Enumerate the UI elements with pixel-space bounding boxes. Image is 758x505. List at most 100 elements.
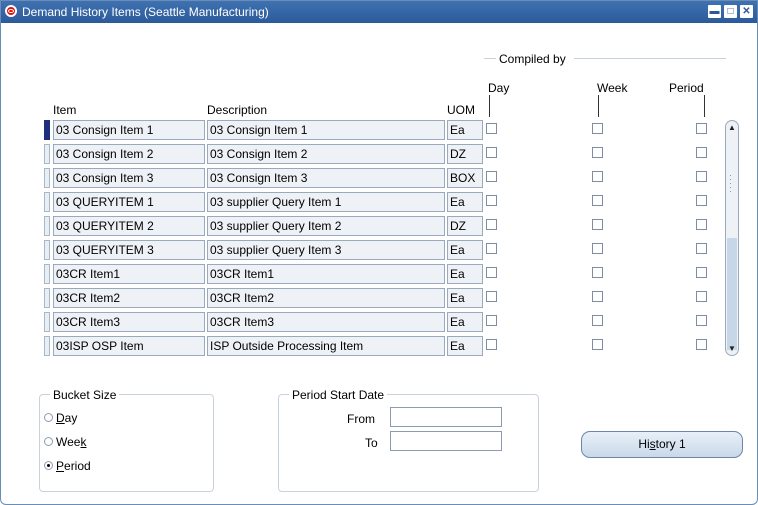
description-field[interactable]: 03CR Item1 bbox=[207, 264, 445, 284]
uom-field[interactable]: Ea bbox=[447, 264, 483, 284]
week-column-header: Week bbox=[597, 81, 628, 95]
day-checkbox[interactable] bbox=[486, 147, 497, 158]
day-checkbox[interactable] bbox=[486, 195, 497, 206]
day-checkbox[interactable] bbox=[486, 339, 497, 350]
uom-field[interactable]: Ea bbox=[447, 192, 483, 212]
period-checkbox[interactable] bbox=[696, 339, 707, 350]
period-checkbox[interactable] bbox=[696, 219, 707, 230]
week-checkbox[interactable] bbox=[592, 291, 603, 302]
period-column-header: Period bbox=[669, 81, 704, 95]
uom-column-header: UOM bbox=[447, 103, 475, 117]
day-checkbox[interactable] bbox=[486, 171, 497, 182]
compiled-by-label: Compiled by bbox=[499, 52, 566, 66]
minimize-button[interactable]: ▬ bbox=[708, 5, 721, 18]
period-checkbox[interactable] bbox=[696, 291, 707, 302]
item-field[interactable]: 03 Consign Item 1 bbox=[53, 120, 205, 140]
from-date-input[interactable] bbox=[390, 407, 502, 427]
scroll-up-arrow-icon[interactable]: ▲ bbox=[728, 123, 736, 132]
row-indicator[interactable] bbox=[44, 192, 50, 212]
uom-field[interactable]: Ea bbox=[447, 120, 483, 140]
uom-field[interactable]: DZ bbox=[447, 144, 483, 164]
period-checkbox[interactable] bbox=[696, 123, 707, 134]
day-checkbox[interactable] bbox=[486, 123, 497, 134]
item-field[interactable]: 03 QUERYITEM 3 bbox=[53, 240, 205, 260]
week-checkbox[interactable] bbox=[592, 219, 603, 230]
week-checkbox[interactable] bbox=[592, 315, 603, 326]
description-field[interactable]: 03 supplier Query Item 3 bbox=[207, 240, 445, 260]
description-field[interactable]: 03CR Item3 bbox=[207, 312, 445, 332]
row-indicator[interactable] bbox=[44, 240, 50, 260]
row-indicator[interactable] bbox=[44, 216, 50, 236]
demand-history-window: Demand History Items (Seattle Manufactur… bbox=[0, 0, 758, 505]
compiled-by-rule-right bbox=[574, 58, 726, 59]
day-checkbox[interactable] bbox=[486, 219, 497, 230]
period-checkbox[interactable] bbox=[696, 315, 707, 326]
row-indicator[interactable] bbox=[44, 120, 50, 140]
week-checkbox[interactable] bbox=[592, 339, 603, 350]
uom-field[interactable]: Ea bbox=[447, 312, 483, 332]
item-field[interactable]: 03 Consign Item 3 bbox=[53, 168, 205, 188]
description-field[interactable]: 03 Consign Item 2 bbox=[207, 144, 445, 164]
close-button[interactable]: ✕ bbox=[740, 5, 753, 18]
week-checkbox[interactable] bbox=[592, 195, 603, 206]
period-header-divider bbox=[704, 95, 705, 117]
vertical-scrollbar[interactable]: ▲ · · · · · ▼ bbox=[725, 120, 739, 356]
period-checkbox[interactable] bbox=[696, 267, 707, 278]
row-indicator[interactable] bbox=[44, 288, 50, 308]
week-checkbox[interactable] bbox=[592, 243, 603, 254]
description-field[interactable]: 03CR Item2 bbox=[207, 288, 445, 308]
row-indicator[interactable] bbox=[44, 336, 50, 356]
bucket-week-label[interactable]: Week bbox=[56, 435, 86, 449]
compiled-by-rule-left bbox=[484, 58, 496, 59]
item-field[interactable]: 03 Consign Item 2 bbox=[53, 144, 205, 164]
item-field[interactable]: 03 QUERYITEM 2 bbox=[53, 216, 205, 236]
day-checkbox[interactable] bbox=[486, 315, 497, 326]
bucket-day-radio[interactable] bbox=[44, 413, 53, 422]
row-indicator[interactable] bbox=[44, 264, 50, 284]
day-checkbox[interactable] bbox=[486, 267, 497, 278]
row-indicator[interactable] bbox=[44, 312, 50, 332]
description-field[interactable]: 03 Consign Item 1 bbox=[207, 120, 445, 140]
to-date-input[interactable] bbox=[390, 431, 502, 451]
period-checkbox[interactable] bbox=[696, 147, 707, 158]
to-label: To bbox=[365, 436, 378, 450]
item-field[interactable]: 03 QUERYITEM 1 bbox=[53, 192, 205, 212]
row-indicator[interactable] bbox=[44, 144, 50, 164]
description-field[interactable]: ISP Outside Processing Item bbox=[207, 336, 445, 356]
day-header-divider bbox=[489, 95, 490, 117]
week-checkbox[interactable] bbox=[592, 171, 603, 182]
bucket-period-label[interactable]: Period bbox=[56, 459, 91, 473]
uom-field[interactable]: BOX bbox=[447, 168, 483, 188]
item-field[interactable]: 03CR Item1 bbox=[53, 264, 205, 284]
item-field[interactable]: 03CR Item2 bbox=[53, 288, 205, 308]
period-checkbox[interactable] bbox=[696, 171, 707, 182]
scroll-thumb[interactable] bbox=[727, 238, 737, 350]
period-checkbox[interactable] bbox=[696, 195, 707, 206]
description-field[interactable]: 03 Consign Item 3 bbox=[207, 168, 445, 188]
scroll-grip-icon: · · · · · bbox=[729, 170, 732, 196]
uom-field[interactable]: Ea bbox=[447, 288, 483, 308]
period-checkbox[interactable] bbox=[696, 243, 707, 254]
uom-field[interactable]: DZ bbox=[447, 216, 483, 236]
row-indicator[interactable] bbox=[44, 168, 50, 188]
week-checkbox[interactable] bbox=[592, 267, 603, 278]
description-field[interactable]: 03 supplier Query Item 2 bbox=[207, 216, 445, 236]
bucket-week-label-pre: Wee bbox=[56, 435, 81, 449]
maximize-button[interactable]: □ bbox=[724, 5, 737, 18]
bucket-week-radio[interactable] bbox=[44, 437, 53, 446]
item-field[interactable]: 03CR Item3 bbox=[53, 312, 205, 332]
bucket-period-radio[interactable] bbox=[44, 461, 53, 470]
week-checkbox[interactable] bbox=[592, 147, 603, 158]
item-field[interactable]: 03ISP OSP Item bbox=[53, 336, 205, 356]
day-checkbox[interactable] bbox=[486, 291, 497, 302]
title-bar: Demand History Items (Seattle Manufactur… bbox=[1, 1, 757, 23]
uom-field[interactable]: Ea bbox=[447, 336, 483, 356]
description-field[interactable]: 03 supplier Query Item 1 bbox=[207, 192, 445, 212]
bucket-day-label[interactable]: Day bbox=[56, 411, 77, 425]
uom-field[interactable]: Ea bbox=[447, 240, 483, 260]
day-checkbox[interactable] bbox=[486, 243, 497, 254]
week-checkbox[interactable] bbox=[592, 123, 603, 134]
bucket-period-label-post: eriod bbox=[64, 459, 91, 473]
history-1-button[interactable]: History 1 bbox=[581, 431, 743, 458]
scroll-down-arrow-icon[interactable]: ▼ bbox=[728, 344, 736, 353]
